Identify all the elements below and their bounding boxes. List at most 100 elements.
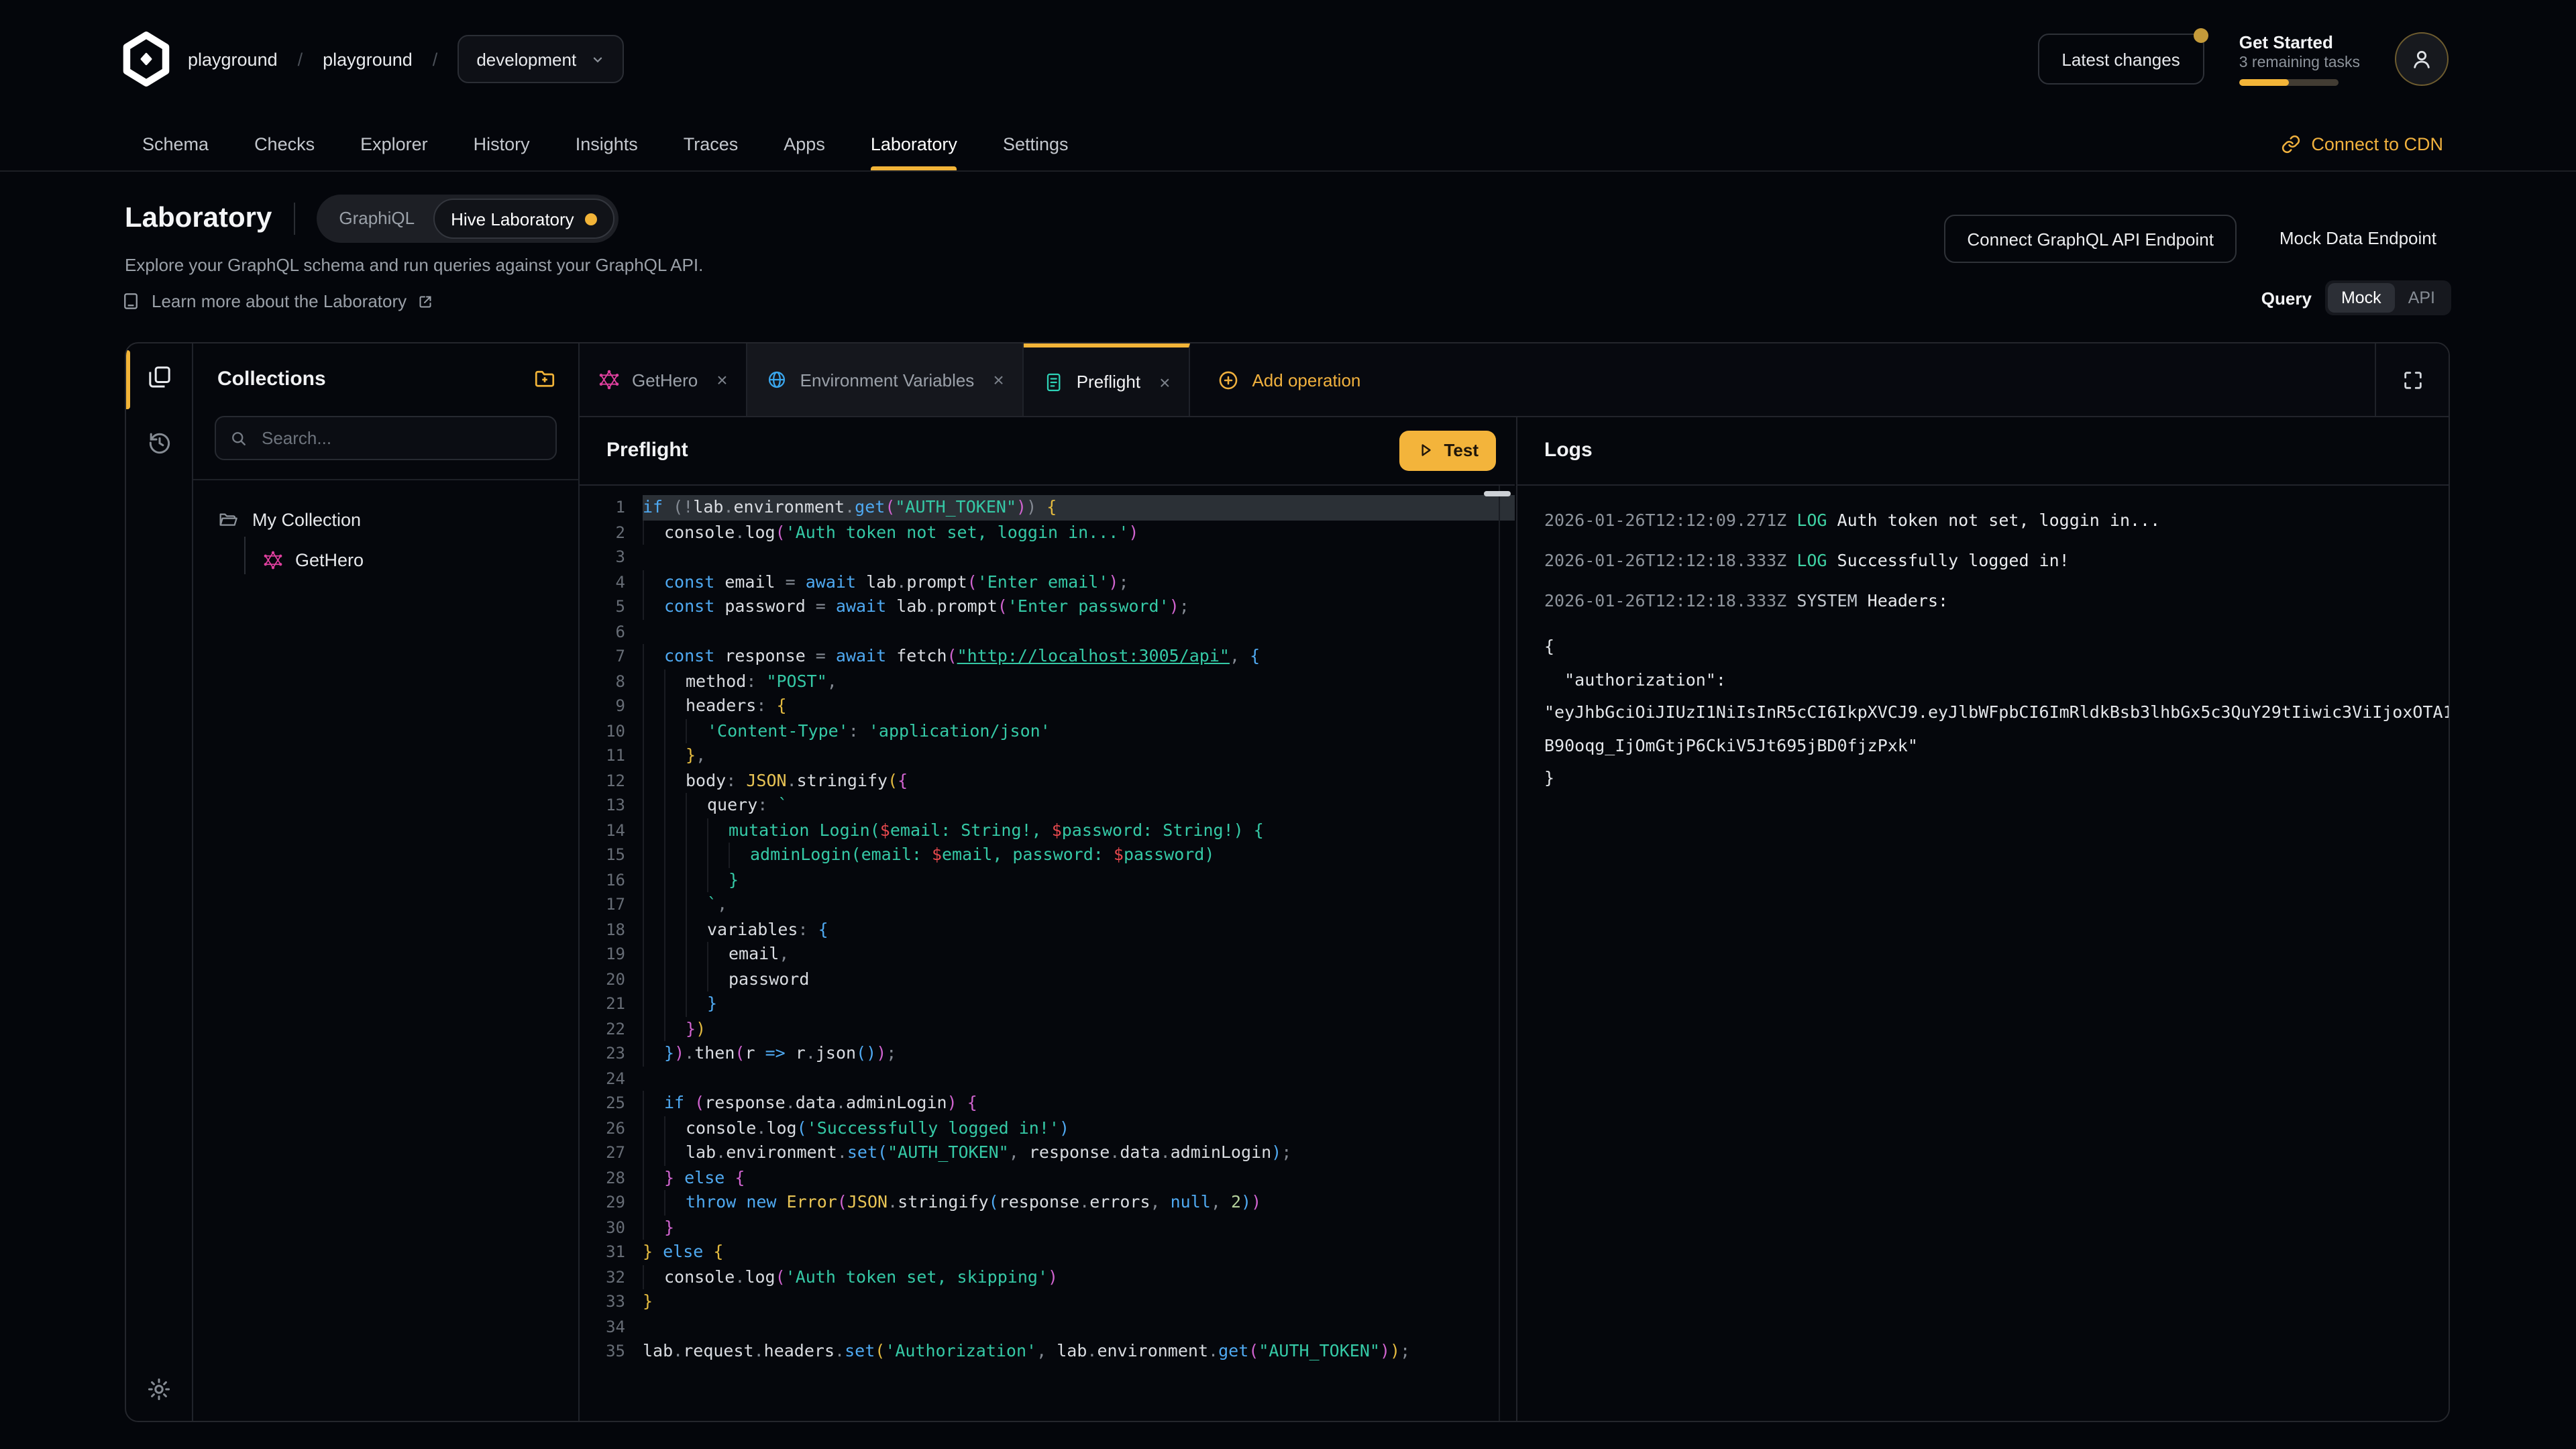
line-number: 32	[580, 1265, 643, 1289]
history-icon[interactable]	[126, 429, 192, 456]
tab-gethero[interactable]: GetHero×	[580, 343, 748, 416]
new-collection-icon[interactable]	[533, 366, 557, 390]
collection-folder-my-collection[interactable]: My Collection	[193, 499, 578, 539]
nav-item-schema[interactable]: Schema	[142, 118, 209, 170]
code-line: 2console.log('Auth token not set, loggin…	[580, 520, 1515, 545]
code-line: 29throw new Error(JSON.stringify(respons…	[580, 1190, 1515, 1215]
tab-environment-variables[interactable]: Environment Variables ×	[748, 343, 1024, 416]
line-content	[643, 619, 1515, 644]
indent-guide	[707, 967, 729, 991]
tab-preflight[interactable]: Preflight×	[1024, 343, 1191, 416]
code-line: 14mutation Login($email: String!, $passw…	[580, 818, 1515, 843]
test-button[interactable]: Test	[1399, 430, 1496, 470]
close-icon[interactable]: ×	[716, 369, 727, 390]
nav-item-settings[interactable]: Settings	[1003, 118, 1069, 170]
get-started-title: Get Started	[2239, 32, 2360, 52]
code-line: 1if (!lab.environment.get("AUTH_TOKEN"))…	[580, 495, 1515, 520]
indent-guide	[664, 843, 686, 867]
indent-guide	[686, 793, 707, 818]
latest-changes-button[interactable]: Latest changes	[2037, 34, 2204, 85]
nav-item-laboratory[interactable]: Laboratory	[871, 118, 957, 170]
app-root: playground / playground / development La…	[0, 0, 2576, 1449]
add-operation-button[interactable]: Add operation	[1190, 343, 1360, 416]
mode-option-mock[interactable]: Mock	[2328, 283, 2395, 313]
line-content: throw new Error(JSON.stringify(response.…	[643, 1190, 1515, 1215]
search-input[interactable]	[259, 427, 542, 449]
indent-guide	[664, 1016, 686, 1041]
close-icon[interactable]: ×	[1159, 371, 1170, 392]
top-right-cluster: Latest changes Get Started 3 remaining t…	[2037, 0, 2449, 118]
laboratory-header: Laboratory GraphiQL Hive Laboratory Expl…	[0, 170, 2576, 342]
fullscreen-button[interactable]	[2375, 343, 2449, 416]
line-number: 23	[580, 1041, 643, 1066]
fullscreen-icon	[2401, 368, 2424, 391]
collections-title: Collections	[217, 367, 326, 390]
breadcrumb-project[interactable]: playground	[323, 49, 413, 69]
line-content: body: JSON.stringify({	[643, 768, 1515, 793]
connect-to-cdn-link[interactable]: Connect to CDN	[2280, 118, 2443, 170]
mode-option-api[interactable]: API	[2395, 283, 2449, 313]
indent-guide	[686, 718, 707, 743]
hive-logo-icon[interactable]	[118, 31, 174, 87]
code-line: 16}	[580, 867, 1515, 892]
search-icon	[229, 429, 248, 447]
line-content: } else {	[643, 1165, 1515, 1190]
nav-item-explorer[interactable]: Explorer	[360, 118, 428, 170]
logs-title: Logs	[1544, 439, 1593, 462]
code-line: 26console.log('Successfully logged in!')	[580, 1116, 1515, 1140]
status-dot	[585, 213, 597, 225]
collections-tree: My CollectionGetHero	[193, 480, 578, 580]
line-number: 17	[580, 892, 643, 917]
code-line: 18variables: {	[580, 917, 1515, 942]
indent-guide	[643, 520, 664, 545]
nav-item-traces[interactable]: Traces	[684, 118, 739, 170]
toggle-graphiql[interactable]: GraphiQL	[320, 200, 433, 237]
line-content: 'Content-Type': 'application/json'	[643, 718, 1515, 743]
tab-label: Environment Variables	[800, 370, 975, 390]
code-line: 30}	[580, 1215, 1515, 1240]
line-number: 16	[580, 867, 643, 892]
logs-body: 2026-01-26T12:12:09.271Z LOG Auth token …	[1517, 486, 2449, 795]
line-content: variables: {	[643, 917, 1515, 942]
line-content: headers: {	[643, 694, 1515, 718]
learn-more-link[interactable]: Learn more about the Laboratory	[121, 291, 433, 311]
indent-guide	[686, 967, 707, 991]
gear-icon[interactable]	[126, 1377, 192, 1402]
indent-guide	[664, 718, 686, 743]
indent-guide	[707, 867, 729, 892]
line-content: if (!lab.environment.get("AUTH_TOKEN")) …	[643, 495, 1515, 520]
connect-endpoint-button[interactable]: Connect GraphQL API Endpoint	[1944, 215, 2237, 263]
line-content: }).then(r => r.json());	[643, 1041, 1515, 1066]
nav-item-checks[interactable]: Checks	[254, 118, 315, 170]
code-line: 13query: `	[580, 793, 1515, 818]
line-number: 31	[580, 1240, 643, 1265]
toggle-hive-laboratory[interactable]: Hive Laboratory	[433, 199, 614, 239]
target-selector[interactable]: development	[458, 35, 623, 83]
line-content: method: "POST",	[643, 669, 1515, 694]
page-title: Laboratory	[125, 203, 272, 235]
nav-item-history[interactable]: History	[474, 118, 530, 170]
nav-item-insights[interactable]: Insights	[576, 118, 638, 170]
editor-scrollbar-thumb[interactable]	[1484, 491, 1511, 496]
line-number: 10	[580, 718, 643, 743]
code-line: 34	[580, 1314, 1515, 1339]
indent-guide	[643, 768, 664, 793]
nav-item-apps[interactable]: Apps	[784, 118, 825, 170]
close-icon[interactable]: ×	[993, 369, 1004, 390]
indent-guide	[664, 991, 686, 1016]
breadcrumb-org[interactable]: playground	[188, 49, 278, 69]
get-started-widget[interactable]: Get Started 3 remaining tasks	[2239, 32, 2360, 86]
collection-item-gethero[interactable]: GetHero	[193, 539, 578, 580]
collections-search[interactable]	[215, 416, 557, 460]
script-icon	[1043, 371, 1065, 392]
indent-guide	[643, 1116, 664, 1140]
mock-endpoint-button[interactable]: Mock Data Endpoint	[2279, 215, 2436, 260]
code-editor[interactable]: 1if (!lab.environment.get("AUTH_TOKEN"))…	[580, 486, 1515, 1421]
collections-icon[interactable]	[126, 364, 192, 390]
log-json-line: "eyJhbGciOiJIUzI1NiIsInR5cCI6IkpXVCJ9.ey…	[1544, 696, 2449, 729]
indent-guide	[664, 669, 686, 694]
log-entry: 2026-01-26T12:12:09.271Z LOG Auth token …	[1544, 510, 2449, 530]
user-avatar[interactable]	[2395, 32, 2449, 86]
line-number: 18	[580, 917, 643, 942]
indent-guide	[643, 694, 664, 718]
